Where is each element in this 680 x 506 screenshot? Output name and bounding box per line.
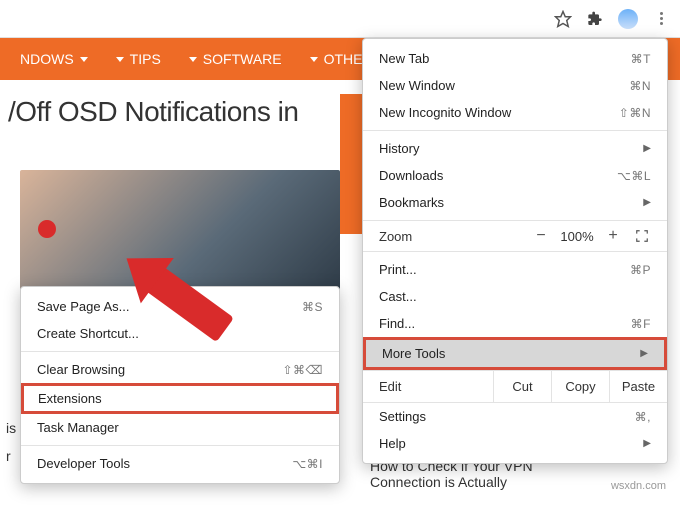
menu-shortcut: ⌥⌘L — [617, 169, 651, 183]
menu-separator — [21, 445, 339, 446]
menu-item-new-window[interactable]: New Window ⌘N — [363, 72, 667, 99]
menu-label: Print... — [379, 262, 417, 277]
chevron-down-icon — [116, 57, 124, 62]
menu-item-edit: Edit Cut Copy Paste — [363, 370, 667, 403]
menu-label: Help — [379, 436, 406, 451]
cut-button[interactable]: Cut — [493, 371, 551, 402]
menu-item-bookmarks[interactable]: Bookmarks ▶ — [363, 189, 667, 216]
chrome-main-menu: New Tab ⌘T New Window ⌘N New Incognito W… — [362, 38, 668, 464]
menu-separator — [363, 220, 667, 221]
menu-item-find[interactable]: Find... ⌘F — [363, 310, 667, 337]
menu-label: More Tools — [382, 346, 445, 361]
menu-shortcut: ⌘N — [629, 79, 651, 93]
menu-label: Find... — [379, 316, 415, 331]
menu-label: Settings — [379, 409, 426, 424]
menu-item-zoom: Zoom − 100% + — [363, 225, 667, 247]
chevron-right-icon: ▶ — [643, 438, 651, 449]
chevron-right-icon: ▶ — [643, 197, 651, 208]
fullscreen-button[interactable] — [627, 229, 657, 243]
watermark: wsxdn.com — [611, 480, 666, 492]
menu-shortcut: ⌘, — [635, 410, 651, 424]
menu-item-history[interactable]: History ▶ — [363, 135, 667, 162]
zoom-label: Zoom — [379, 229, 527, 244]
menu-label: Save Page As... — [37, 299, 130, 314]
menu-label: Downloads — [379, 168, 443, 183]
menu-label: Cast... — [379, 289, 417, 304]
menu-separator — [363, 251, 667, 252]
menu-separator — [363, 130, 667, 131]
menu-shortcut: ⌘P — [630, 263, 651, 277]
zoom-value: 100% — [555, 229, 599, 244]
paste-button[interactable]: Paste — [609, 371, 667, 402]
browser-toolbar — [0, 0, 680, 38]
menu-shortcut: ⌘T — [631, 52, 651, 66]
chevron-down-icon — [80, 57, 88, 62]
menu-label: New Incognito Window — [379, 105, 511, 120]
chevron-right-icon: ▶ — [640, 348, 648, 359]
nav-label: NDOWS — [20, 51, 74, 67]
menu-label: Create Shortcut... — [37, 326, 139, 341]
chevron-down-icon — [310, 57, 318, 62]
menu-label: History — [379, 141, 419, 156]
menu-label: Task Manager — [37, 420, 119, 435]
menu-item-print[interactable]: Print... ⌘P — [363, 256, 667, 283]
article-thumbnail — [20, 170, 340, 290]
edit-label: Edit — [363, 371, 493, 402]
profile-avatar-icon[interactable] — [618, 9, 638, 29]
menu-item-new-tab[interactable]: New Tab ⌘T — [363, 45, 667, 72]
menu-shortcut: ⌘F — [631, 317, 651, 331]
submenu-item-task-manager[interactable]: Task Manager — [21, 414, 339, 441]
nav-label: TIPS — [130, 51, 161, 67]
menu-shortcut: ⇧⌘⌫ — [282, 363, 323, 377]
menu-label: Extensions — [38, 391, 102, 406]
copy-button[interactable]: Copy — [551, 371, 609, 402]
menu-label: Bookmarks — [379, 195, 444, 210]
chevron-down-icon — [189, 57, 197, 62]
submenu-item-extensions[interactable]: Extensions — [21, 383, 339, 414]
zoom-out-button[interactable]: − — [527, 227, 555, 245]
menu-label: Clear Browsing — [37, 362, 125, 377]
menu-shortcut: ⌥⌘I — [292, 457, 323, 471]
menu-item-incognito[interactable]: New Incognito Window ⇧⌘N — [363, 99, 667, 126]
extensions-icon[interactable] — [586, 10, 604, 28]
record-dot-icon — [38, 220, 56, 238]
menu-item-more-tools[interactable]: More Tools ▶ — [363, 337, 667, 370]
menu-item-settings[interactable]: Settings ⌘, — [363, 403, 667, 430]
submenu-item-create-shortcut[interactable]: Create Shortcut... — [21, 320, 339, 347]
submenu-item-developer-tools[interactable]: Developer Tools ⌥⌘I — [21, 450, 339, 477]
menu-item-cast[interactable]: Cast... — [363, 283, 667, 310]
menu-item-help[interactable]: Help ▶ — [363, 430, 667, 457]
zoom-in-button[interactable]: + — [599, 227, 627, 245]
menu-separator — [21, 351, 339, 352]
menu-shortcut: ⇧⌘N — [619, 106, 651, 120]
menu-label: New Window — [379, 78, 455, 93]
nav-item-software[interactable]: SOFTWARE — [175, 51, 296, 67]
submenu-item-clear-browsing[interactable]: Clear Browsing ⇧⌘⌫ — [21, 356, 339, 383]
star-icon[interactable] — [554, 10, 572, 28]
menu-shortcut: ⌘S — [302, 300, 323, 314]
nav-item-windows[interactable]: NDOWS — [6, 51, 102, 67]
chevron-right-icon: ▶ — [643, 143, 651, 154]
menu-label: New Tab — [379, 51, 429, 66]
nav-label: SOFTWARE — [203, 51, 282, 67]
menu-label: Developer Tools — [37, 456, 130, 471]
page-title: /Off OSD Notifications in — [8, 96, 298, 128]
article-line-2: Connection is Actually — [370, 474, 507, 490]
nav-item-tips[interactable]: TIPS — [102, 51, 175, 67]
kebab-menu-icon[interactable] — [652, 10, 670, 28]
menu-item-downloads[interactable]: Downloads ⌥⌘L — [363, 162, 667, 189]
